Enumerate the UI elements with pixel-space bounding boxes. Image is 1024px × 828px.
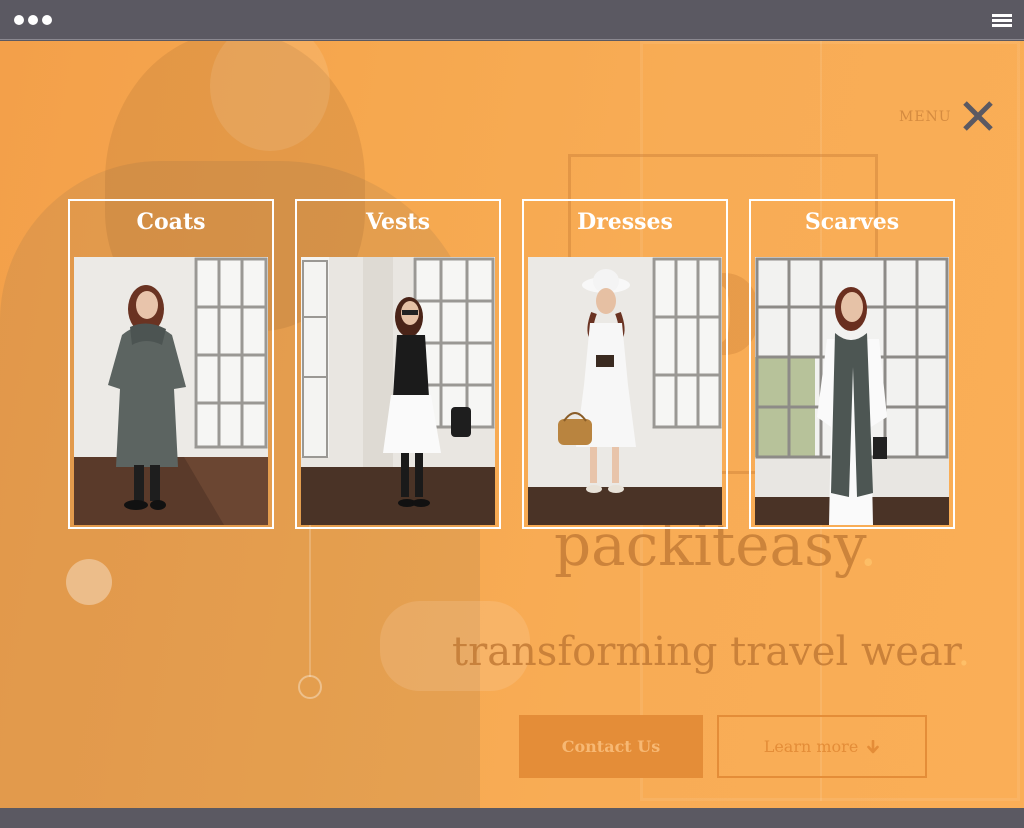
category-card-scarves[interactable]: Scarves [749, 199, 955, 529]
coats-photo [74, 257, 268, 525]
background-necklace-ring [298, 675, 322, 699]
vests-photo [301, 257, 495, 525]
hamburger-menu-icon[interactable] [992, 14, 1012, 27]
category-card-coats[interactable]: Coats [68, 199, 274, 529]
tagline: transforming travel wear. [452, 629, 971, 675]
close-icon[interactable] [960, 98, 996, 134]
browser-top-bar [0, 0, 1024, 40]
contact-us-button[interactable]: Contact Us [519, 715, 703, 778]
category-title: Vests [366, 209, 430, 235]
category-title: Scarves [804, 209, 900, 235]
category-title: Dresses [577, 209, 673, 235]
dresses-photo [528, 257, 722, 525]
menu-label: MENU [899, 109, 952, 125]
learn-more-label: Learn more [763, 737, 859, 756]
category-title: Coats [136, 209, 206, 235]
arrow-down-icon [867, 739, 880, 753]
learn-more-button[interactable]: Learn more [717, 715, 927, 778]
background-watch [66, 559, 112, 605]
page-viewport: p packiteasy. transforming travel wear. … [0, 41, 1024, 808]
browser-bottom-bar [0, 808, 1024, 828]
category-card-dresses[interactable]: Dresses [522, 199, 728, 529]
category-card-vests[interactable]: Vests [295, 199, 501, 529]
window-controls-icon[interactable] [14, 15, 52, 25]
scarves-photo [755, 257, 949, 525]
